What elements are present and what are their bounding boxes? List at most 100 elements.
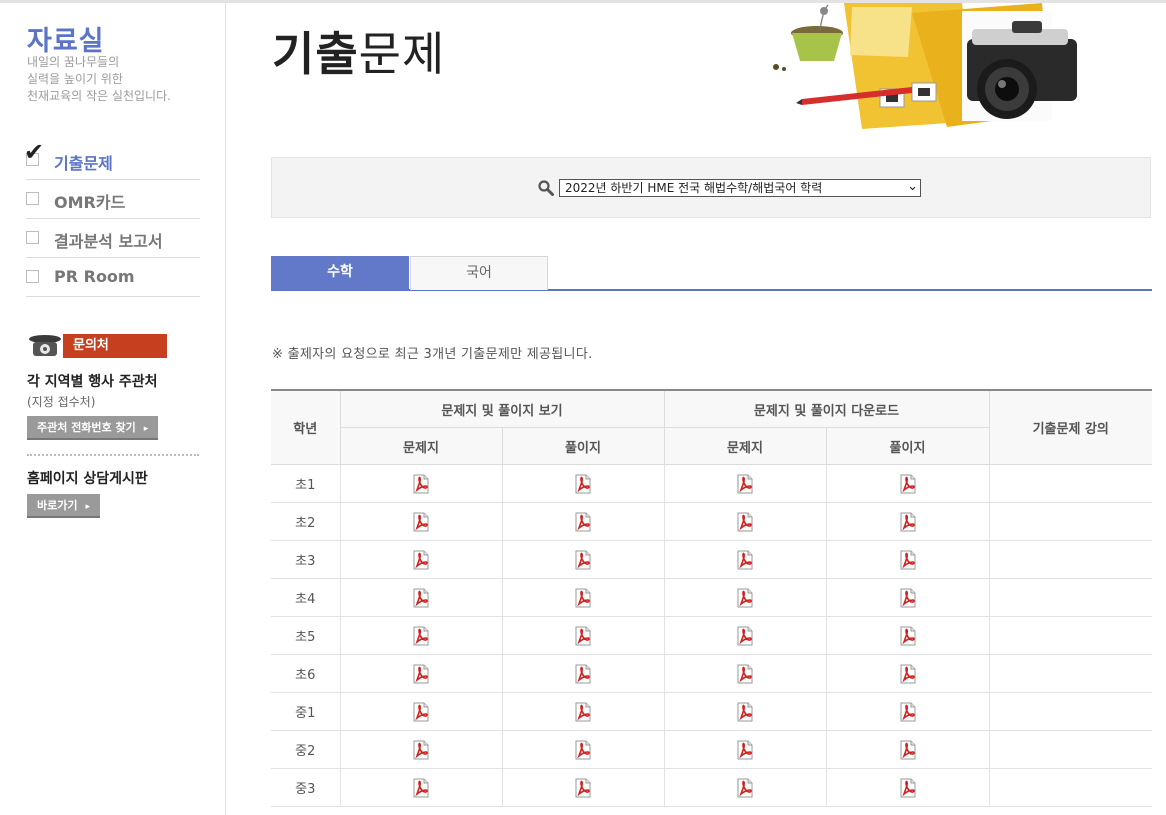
col-header-grade: 학년 [271,389,341,465]
lecture-cell [988,730,1152,769]
pdf-cell [663,768,827,807]
download-problem-pdf-icon[interactable] [736,474,754,494]
download-problem-pdf-icon[interactable] [736,778,754,798]
sidebar-item-label: OMR카드 [54,193,126,212]
view-problem-pdf-icon[interactable] [412,778,430,798]
view-solution-pdf-icon[interactable] [574,702,592,722]
pdf-cell [825,502,990,541]
notice-text: ※ 출제자의 요청으로 최근 3개년 기출문제만 제공됩니다. [272,347,593,362]
pdf-cell [663,540,827,579]
table-row: 중1 [271,692,1152,731]
exam-search-bar: 2022년 하반기 HME 전국 해법수학/해법국어 학력 ⌄ [271,157,1151,218]
pdf-cell [501,768,665,807]
contact-badge: 문의처 [27,333,199,359]
view-solution-pdf-icon[interactable] [574,740,592,760]
page-title-bold: 기출 [272,27,359,81]
sidebar-item-pr-room[interactable]: PR Room [26,258,200,297]
download-solution-pdf-icon[interactable] [899,702,917,722]
view-solution-pdf-icon[interactable] [574,550,592,570]
table-row: 중2 [271,730,1152,769]
download-solution-pdf-icon[interactable] [899,664,917,684]
view-problem-pdf-icon[interactable] [412,702,430,722]
find-organizer-phone-button[interactable]: 주관처 전화번호 찾기 ▸ [27,416,159,440]
sidebar-item-past-exams[interactable]: ✔ 기출문제 [24,138,200,180]
pdf-cell [825,578,990,617]
sidebar-item-label: 결과분석 보고서 [54,232,163,251]
download-problem-pdf-icon[interactable] [736,512,754,532]
view-solution-pdf-icon[interactable] [574,512,592,532]
table-row: 초3 [271,540,1152,579]
download-solution-pdf-icon[interactable] [899,550,917,570]
exam-table-body: 초1 초2 초3 초4 초5 초6 중1 중2 중3 [271,464,1152,807]
sidebar-desc-line: 천재교육의 작은 실천입니다. [27,89,171,103]
exam-select[interactable]: 2022년 하반기 HME 전국 해법수학/해법국어 학력 ⌄ [559,179,921,197]
download-solution-pdf-icon[interactable] [899,512,917,532]
checkmark-icon: ✔ [24,138,45,166]
col-header-view: 문제지 및 풀이지 보기 [339,389,665,428]
lecture-cell [988,692,1152,731]
grade-cell: 중3 [271,768,341,807]
checkbox-icon [26,231,39,244]
view-problem-pdf-icon[interactable] [412,664,430,684]
download-solution-pdf-icon[interactable] [899,588,917,608]
contact-section: 문의처 각 지역별 행사 주관처 (지정 접수처) 주관처 전화번호 찾기 ▸ 홈… [27,333,199,518]
view-problem-pdf-icon[interactable] [412,588,430,608]
view-problem-pdf-icon[interactable] [412,512,430,532]
table-row: 초2 [271,502,1152,541]
sidebar-item-label: 기출문제 [54,154,113,173]
sidebar-item-result-report[interactable]: 결과분석 보고서 [26,219,200,258]
pdf-cell [663,730,827,769]
download-problem-pdf-icon[interactable] [736,588,754,608]
table-row: 초1 [271,464,1152,503]
table-row: 중3 [271,768,1152,807]
view-solution-pdf-icon[interactable] [574,474,592,494]
view-solution-pdf-icon[interactable] [574,588,592,608]
contact-subtitle: (지정 접수처) [27,395,96,409]
pdf-cell [825,730,990,769]
go-to-board-button[interactable]: 바로가기 ▸ [27,494,101,518]
download-problem-pdf-icon[interactable] [736,702,754,722]
view-problem-pdf-icon[interactable] [412,474,430,494]
view-problem-pdf-icon[interactable] [412,740,430,760]
download-solution-pdf-icon[interactable] [899,778,917,798]
grade-cell: 초5 [271,616,341,655]
download-solution-pdf-icon[interactable] [899,626,917,646]
grade-cell: 초4 [271,578,341,617]
exam-select-value: 2022년 하반기 HME 전국 해법수학/해법국어 학력 [565,181,823,195]
view-solution-pdf-icon[interactable] [574,626,592,646]
pdf-cell [339,730,503,769]
lecture-cell [988,616,1152,655]
view-problem-pdf-icon[interactable] [412,550,430,570]
pdf-cell [501,692,665,731]
download-problem-pdf-icon[interactable] [736,740,754,760]
view-solution-pdf-icon[interactable] [574,778,592,798]
table-row: 초4 [271,578,1152,617]
grade-cell: 초1 [271,464,341,503]
checkbox-icon [26,270,39,283]
pdf-cell [501,616,665,655]
arrow-right-icon: ▸ [85,502,91,512]
button-label: 바로가기 [37,499,78,512]
pdf-cell [501,578,665,617]
tab-korean[interactable]: 국어 [410,256,548,290]
download-problem-pdf-icon[interactable] [736,664,754,684]
pdf-cell [339,616,503,655]
exam-table: 학년 문제지 및 풀이지 보기 문제지 및 풀이지 다운로드 기출문제 강의 문… [271,389,1152,807]
download-problem-pdf-icon[interactable] [736,626,754,646]
subject-tabs: 수학 국어 [271,256,1152,291]
tab-math[interactable]: 수학 [271,256,409,290]
page-title-rest: 문제 [358,27,446,81]
lecture-cell [988,540,1152,579]
lecture-cell [988,502,1152,541]
view-problem-pdf-icon[interactable] [412,626,430,646]
download-problem-pdf-icon[interactable] [736,550,754,570]
pdf-cell [663,692,827,731]
download-solution-pdf-icon[interactable] [899,474,917,494]
pdf-cell [663,502,827,541]
download-solution-pdf-icon[interactable] [899,740,917,760]
col-header-view-problem: 문제지 [340,427,503,465]
pdf-cell [339,578,503,617]
sidebar-item-omr-card[interactable]: OMR카드 [26,180,200,219]
sidebar-desc-line: 내일의 꿈나무들의 [27,55,120,69]
view-solution-pdf-icon[interactable] [574,664,592,684]
